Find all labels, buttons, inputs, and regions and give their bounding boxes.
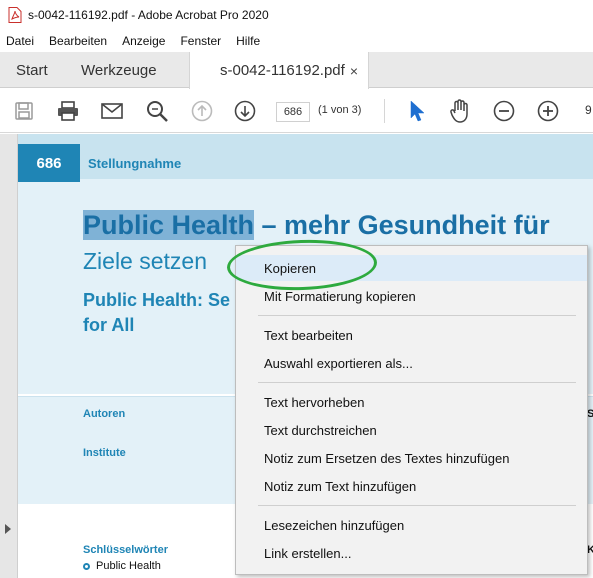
menu-item-highlight-text[interactable]: Text hervorheben (236, 389, 587, 415)
tab-document-label: s-0042-116192.pdf (220, 62, 345, 79)
menu-separator (258, 315, 576, 316)
menu-help[interactable]: Hilfe (236, 34, 260, 48)
search-icon[interactable] (145, 99, 169, 123)
menu-bar: Datei Bearbeiten Anzeige Fenster Hilfe (0, 30, 593, 52)
english-title-line-2: for All (83, 315, 135, 335)
window-title: s-0042-116192.pdf - Adobe Acrobat Pro 20… (28, 8, 269, 22)
context-menu: Kopieren Mit Formatierung kopieren Text … (235, 245, 588, 575)
section-label: Stellungnahme (88, 156, 182, 171)
page-number-badge: 686 (18, 144, 80, 182)
page-count: (1 von 3) (318, 104, 362, 116)
menu-file[interactable]: Datei (6, 34, 34, 48)
article-title-rest: – mehr Gesundheit für (254, 210, 550, 240)
menu-item-add-bookmark[interactable]: Lesezeichen hinzufügen (236, 512, 587, 538)
selected-text[interactable]: Public Health (83, 210, 255, 240)
print-icon[interactable] (56, 99, 80, 123)
toolbar: 686 (1 von 3) 9 (0, 89, 593, 133)
close-tab-icon[interactable]: × (350, 63, 358, 79)
title-bar: s-0042-116192.pdf - Adobe Acrobat Pro 20… (0, 0, 593, 30)
menu-item-export-selection[interactable]: Auswahl exportieren als... (236, 350, 587, 376)
menu-item-create-link[interactable]: Link erstellen... (236, 540, 587, 566)
english-title-line-1: Public Health: Se (83, 290, 231, 310)
mail-icon[interactable] (100, 99, 124, 123)
zoom-out-icon[interactable] (492, 99, 516, 123)
menu-item-strikethrough[interactable]: Text durchstreichen (236, 417, 587, 443)
menu-window[interactable]: Fenster (180, 34, 221, 48)
menu-item-replace-note[interactable]: Notiz zum Ersetzen des Textes hinzufügen (236, 445, 587, 471)
authors-label: Autoren (83, 408, 126, 420)
page-number-input[interactable]: 686 (276, 102, 310, 122)
menu-view[interactable]: Anzeige (122, 34, 165, 48)
zoom-level[interactable]: 9 (585, 103, 592, 117)
keyword-item: Public Health (83, 560, 161, 572)
tab-start[interactable]: Start (0, 52, 65, 88)
navigation-pane-toggle[interactable] (0, 134, 18, 578)
page-up-icon[interactable] (190, 99, 214, 123)
zoom-in-icon[interactable] (536, 99, 560, 123)
keyword-text: Public Health (96, 560, 161, 572)
pdf-file-icon (8, 7, 22, 23)
tab-bar: Start Werkzeuge s-0042-116192.pdf × (0, 52, 593, 89)
page-down-icon[interactable] (233, 99, 257, 123)
institute-label: Institute (83, 447, 126, 459)
menu-separator (258, 505, 576, 506)
article-subtitle: Ziele setzen (83, 248, 208, 274)
select-cursor-icon[interactable] (405, 99, 429, 123)
hand-icon[interactable] (448, 99, 472, 123)
save-icon[interactable] (12, 99, 36, 123)
menu-separator (258, 382, 576, 383)
bullet-icon (83, 562, 90, 570)
menu-item-edit-text[interactable]: Text bearbeiten (236, 322, 587, 348)
keywords-label: Schlüsselwörter (83, 544, 168, 556)
tab-tools[interactable]: Werkzeuge (65, 52, 189, 88)
menu-item-add-note[interactable]: Notiz zum Text hinzufügen (236, 473, 587, 499)
expand-arrow-icon[interactable] (5, 524, 11, 534)
article-title[interactable]: Public Health – mehr Gesundheit für (83, 210, 550, 241)
tab-document[interactable]: s-0042-116192.pdf × (189, 52, 369, 89)
toolbar-divider (384, 99, 385, 123)
menu-edit[interactable]: Bearbeiten (49, 34, 107, 48)
